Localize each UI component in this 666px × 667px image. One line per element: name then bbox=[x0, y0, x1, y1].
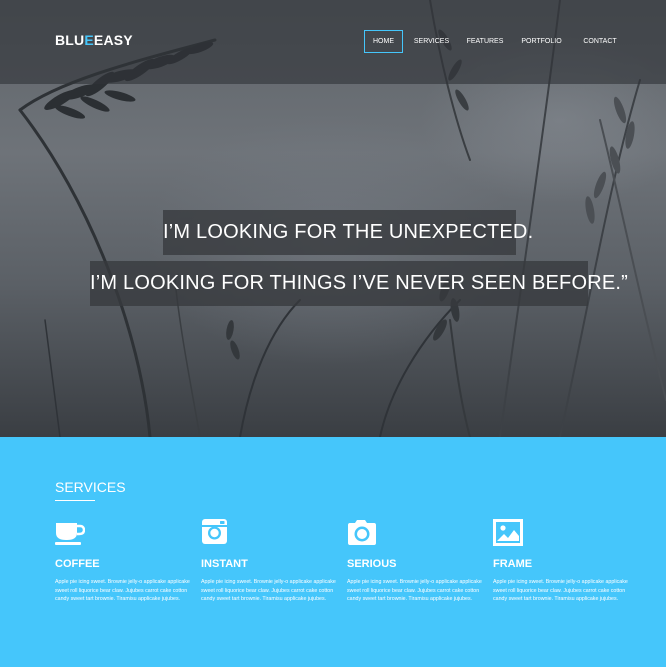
instagram-camera-icon bbox=[202, 519, 227, 544]
service-name: SERIOUS bbox=[347, 558, 397, 570]
service-description: Apple pie icing sweet. Brownie jelly-o a… bbox=[493, 579, 628, 603]
main-nav: HOME SERVICES FEATURES PORTFOLIO CONTACT bbox=[364, 30, 627, 53]
coffee-cup-icon bbox=[55, 523, 85, 545]
nav-portfolio[interactable]: PORTFOLIO bbox=[510, 30, 573, 53]
hero-quote-line-1: I’M LOOKING FOR THE UNEXPECTED. bbox=[163, 210, 533, 255]
nav-contact[interactable]: CONTACT bbox=[573, 30, 627, 53]
nav-home[interactable]: HOME bbox=[364, 30, 403, 53]
service-name: INSTANT bbox=[201, 558, 248, 570]
camera-icon bbox=[348, 520, 376, 545]
logo-text-part1: BLU bbox=[55, 32, 85, 48]
service-description: Apple pie icing sweet. Brownie jelly-o a… bbox=[201, 579, 336, 603]
service-name: FRAME bbox=[493, 558, 533, 570]
picture-frame-icon bbox=[493, 519, 523, 546]
nav-services[interactable]: SERVICES bbox=[403, 30, 460, 53]
hero-section: BLUEEASY HOME SERVICES FEATURES PORTFOLI… bbox=[0, 0, 666, 437]
site-header: BLUEEASY HOME SERVICES FEATURES PORTFOLI… bbox=[0, 0, 666, 84]
nav-features[interactable]: FEATURES bbox=[460, 30, 510, 53]
site-logo[interactable]: BLUEEASY bbox=[55, 32, 133, 48]
service-description: Apple pie icing sweet. Brownie jelly-o a… bbox=[347, 579, 482, 603]
hero-quote-line-2: I’M LOOKING FOR THINGS I’VE NEVER SEEN B… bbox=[90, 261, 628, 306]
logo-text-accent: E bbox=[84, 32, 94, 48]
services-heading-underline bbox=[55, 500, 95, 501]
logo-text-part2: EASY bbox=[93, 32, 133, 48]
services-heading: SERVICES bbox=[55, 479, 126, 495]
service-name: COFFEE bbox=[55, 558, 100, 570]
service-description: Apple pie icing sweet. Brownie jelly-o a… bbox=[55, 579, 190, 603]
